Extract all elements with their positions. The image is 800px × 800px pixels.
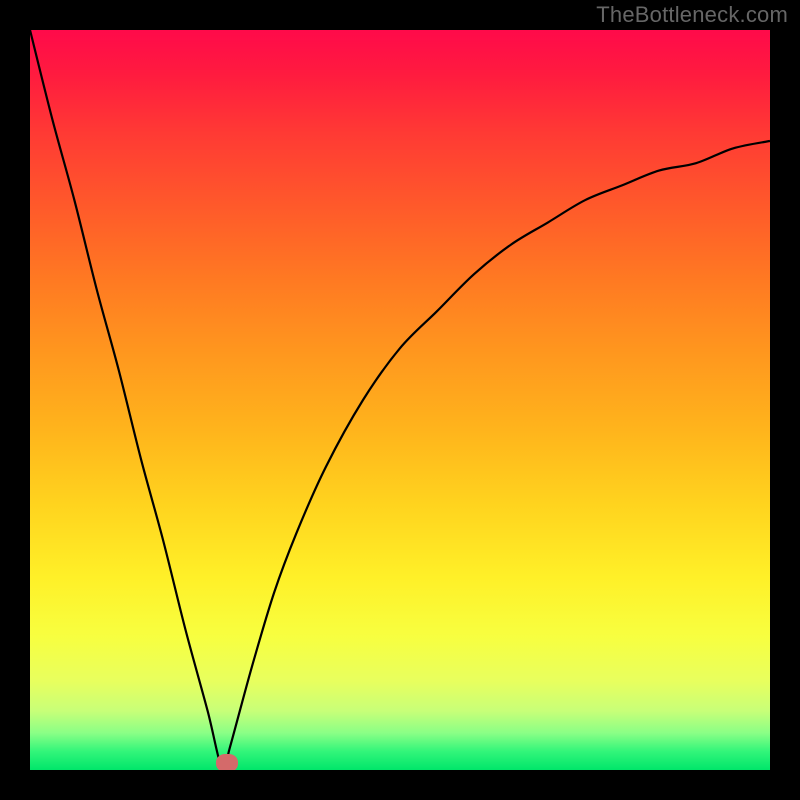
curve-svg <box>30 30 770 770</box>
chart-frame: TheBottleneck.com <box>0 0 800 800</box>
optimal-marker <box>216 754 238 770</box>
plot-area <box>30 30 770 770</box>
watermark-text: TheBottleneck.com <box>596 2 788 28</box>
bottleneck-curve <box>30 30 770 770</box>
